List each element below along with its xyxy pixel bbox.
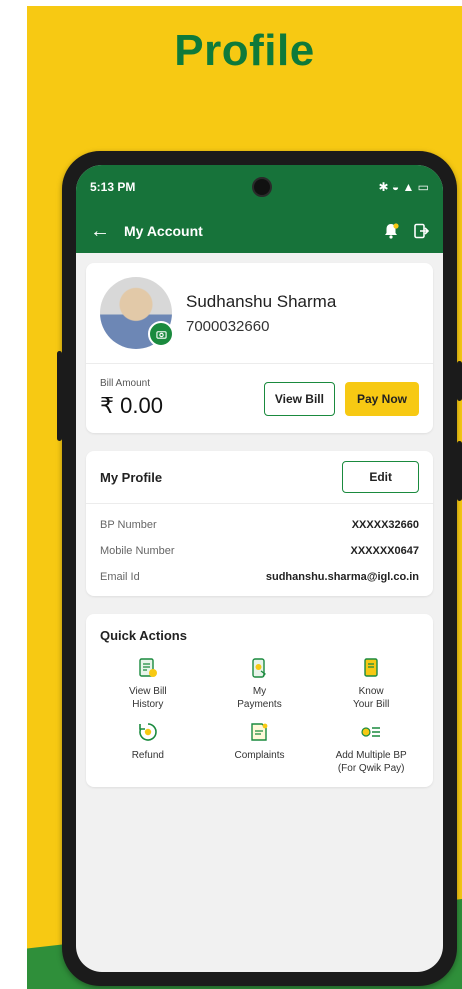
quick-action-complaints[interactable]: Complaints — [204, 721, 316, 775]
field-value: sudhanshu.sharma@igl.co.in — [265, 571, 419, 583]
edit-profile-button[interactable]: Edit — [342, 461, 419, 493]
quick-action-add-multiple-bp[interactable]: Add Multiple BP (For Qwik Pay) — [315, 721, 427, 775]
quick-action-view-bill-history[interactable]: View Bill History — [92, 657, 204, 711]
quick-action-label: My Payments — [237, 686, 282, 710]
status-icons: ✱ ◒ ▲ ▭ — [378, 180, 429, 194]
user-phone: 7000032660 — [186, 317, 270, 335]
phone-frame: 5:13 PM ✱ ◒ ▲ ▭ ← My Account Sudhanshu S… — [57, 151, 462, 986]
quick-actions-card: Quick Actions View Bill History My Payme… — [86, 614, 433, 787]
field-label: Mobile Number — [100, 545, 175, 557]
field-label: BP Number — [100, 519, 157, 531]
quick-actions-title: Quick Actions — [100, 628, 187, 643]
promo-poster: Profile 5:13 PM ✱ ◒ ▲ ▭ ← My Account Sud… — [27, 6, 462, 989]
phone-screen: 5:13 PM ✱ ◒ ▲ ▭ ← My Account Sudhanshu S… — [76, 165, 443, 972]
pay-now-button[interactable]: Pay Now — [344, 381, 419, 416]
user-row: Sudhanshu Sharma 7000032660 — [86, 263, 433, 364]
user-name: Sudhanshu Sharma — [186, 291, 337, 311]
profile-card: My Profile Edit BP Number XXXXX32660 Mob… — [86, 451, 433, 596]
quick-action-label: Complaints — [234, 750, 285, 761]
refund-icon — [139, 723, 157, 741]
bill-amount-value: ₹ 0.00 — [100, 393, 163, 418]
user-card: Sudhanshu Sharma 7000032660 Bill Amount … — [86, 263, 433, 433]
front-camera — [251, 177, 272, 197]
quick-action-my-payments[interactable]: My Payments — [204, 657, 316, 711]
quick-action-label: View Bill History — [129, 686, 167, 710]
profile-title: My Profile — [100, 469, 163, 485]
phone-side-button — [457, 441, 462, 501]
phone-side-button — [457, 361, 462, 401]
complaints-icon — [251, 723, 268, 741]
logout-icon[interactable] — [413, 223, 429, 239]
quick-action-label: Refund — [131, 750, 164, 761]
page-title: My Account — [124, 223, 203, 239]
phone-side-button — [57, 351, 62, 441]
camera-icon[interactable] — [148, 321, 174, 347]
payments-icon — [252, 658, 267, 678]
profile-field-mobile-number: Mobile Number XXXXXX0647 — [86, 538, 433, 564]
profile-header: My Profile Edit — [86, 451, 433, 504]
bill-row: Bill Amount ₹ 0.00 View Bill Pay Now — [86, 364, 433, 433]
quick-action-label: Add Multiple BP (For Qwik Pay) — [335, 750, 407, 774]
poster-title: Profile — [174, 26, 315, 75]
quick-action-label: Know Your Bill — [352, 686, 390, 710]
quick-action-refund[interactable]: Refund — [92, 721, 204, 775]
status-time: 5:13 PM — [90, 180, 136, 194]
notification-bell-icon[interactable] — [383, 223, 399, 239]
know-bill-icon — [364, 658, 378, 677]
back-arrow-icon[interactable]: ← — [90, 221, 110, 241]
add-multiple-bp-icon — [361, 727, 381, 737]
profile-field-email: Email Id sudhanshu.sharma@igl.co.in — [86, 564, 433, 590]
view-bill-button[interactable]: View Bill — [263, 381, 335, 416]
status-bar: 5:13 PM ✱ ◒ ▲ ▭ — [76, 165, 443, 209]
avatar[interactable] — [100, 277, 174, 349]
bill-history-icon — [139, 658, 157, 677]
bill-amount-label: Bill Amount — [100, 378, 151, 389]
quick-action-know-your-bill[interactable]: Know Your Bill — [315, 657, 427, 711]
field-value: XXXXXX0647 — [350, 545, 420, 557]
field-label: Email Id — [100, 571, 140, 583]
profile-field-bp-number: BP Number XXXXX32660 — [86, 512, 433, 538]
app-bar: ← My Account — [76, 209, 443, 253]
field-value: XXXXX32660 — [351, 519, 419, 531]
